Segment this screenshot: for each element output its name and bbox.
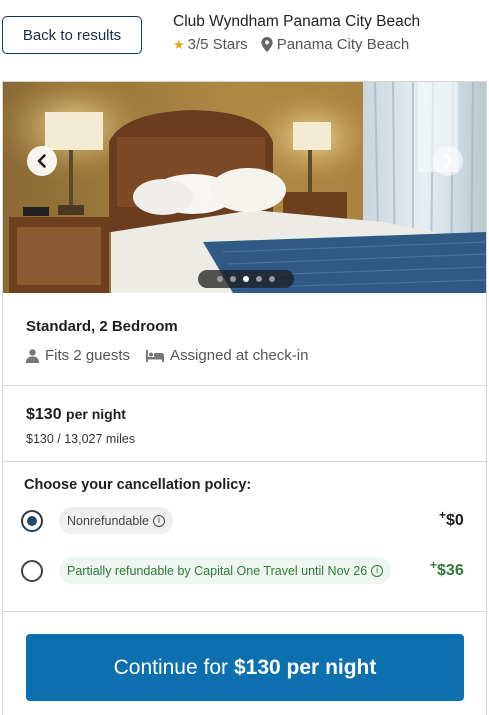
partially-refundable-price-value: $36: [437, 562, 464, 579]
nonrefundable-chip: Nonrefundable i: [59, 507, 174, 534]
room-meta: Fits 2 guests Assigned at check-in: [26, 347, 308, 364]
chevron-right-icon: [444, 154, 453, 168]
nightly-price: $130 per night: [26, 406, 126, 424]
header: Back to results Club Wyndham Panama City…: [0, 0, 489, 80]
nonrefundable-radio[interactable]: [21, 510, 43, 532]
cta-section: Continue for $130 per night: [3, 612, 486, 715]
cancellation-policy: Choose your cancellation policy: Nonrefu…: [3, 462, 486, 612]
partially-refundable-price-sign: +: [430, 558, 438, 572]
hotel-name: Club Wyndham Panama City Beach: [173, 13, 421, 30]
previous-photo-button[interactable]: [27, 146, 57, 176]
photo-dot[interactable]: [269, 276, 275, 282]
info-icon[interactable]: i: [153, 514, 166, 527]
hotel-location: Panama City Beach: [276, 36, 410, 53]
cancellation-title: Choose your cancellation policy:: [24, 477, 252, 493]
photo-pagination-dots[interactable]: [198, 270, 294, 288]
nightly-price-unit: per night: [66, 406, 126, 422]
photo-dot[interactable]: [243, 276, 249, 282]
chevron-left-icon: [37, 154, 46, 168]
nonrefundable-price-sign: +: [439, 508, 447, 522]
map-pin-icon: [261, 37, 273, 52]
nonrefundable-label: Nonrefundable: [67, 513, 150, 528]
partially-refundable-label: Partially refundable by Capital One Trav…: [67, 563, 368, 578]
next-photo-button[interactable]: [433, 146, 463, 176]
partially-refundable-radio[interactable]: [21, 560, 43, 582]
room-photo-image: [3, 82, 486, 293]
continue-prefix: Continue for: [113, 655, 228, 679]
price-miles: $130 / 13,027 miles: [26, 432, 136, 446]
cancellation-option-nonrefundable[interactable]: Nonrefundable i +$0: [21, 506, 471, 536]
nonrefundable-price: +$0: [439, 508, 464, 530]
cancellation-option-partially-refundable[interactable]: Partially refundable by Capital One Trav…: [21, 556, 471, 586]
room-card: Standard, 2 Bedroom Fits 2 guests Assign…: [2, 81, 487, 715]
room-title: Standard, 2 Bedroom: [26, 318, 178, 335]
hotel-rating: 3/5 Stars: [187, 36, 248, 53]
price-summary: $130 per night $130 / 13,027 miles: [3, 386, 486, 462]
hotel-meta: ★ 3/5 Stars Panama City Beach: [173, 36, 409, 53]
continue-price: $130 per night: [234, 655, 377, 679]
nonrefundable-price-value: $0: [446, 512, 464, 529]
partially-refundable-price: +$36: [430, 558, 464, 580]
room-details: Standard, 2 Bedroom Fits 2 guests Assign…: [3, 293, 486, 386]
star-icon: ★: [173, 36, 185, 52]
nightly-price-amount: $130: [26, 406, 62, 423]
room-photo: [3, 82, 486, 293]
photo-dot[interactable]: [217, 276, 223, 282]
bed-icon: [146, 349, 165, 362]
info-icon[interactable]: i: [371, 564, 384, 577]
continue-button[interactable]: Continue for $130 per night: [26, 634, 464, 701]
room-guests: Fits 2 guests: [45, 347, 131, 364]
person-icon: [26, 348, 39, 363]
partially-refundable-chip: Partially refundable by Capital One Trav…: [59, 557, 392, 584]
back-to-results-button[interactable]: Back to results: [2, 16, 142, 54]
room-bed: Assigned at check-in: [170, 347, 309, 364]
photo-dot[interactable]: [256, 276, 262, 282]
photo-dot[interactable]: [230, 276, 236, 282]
